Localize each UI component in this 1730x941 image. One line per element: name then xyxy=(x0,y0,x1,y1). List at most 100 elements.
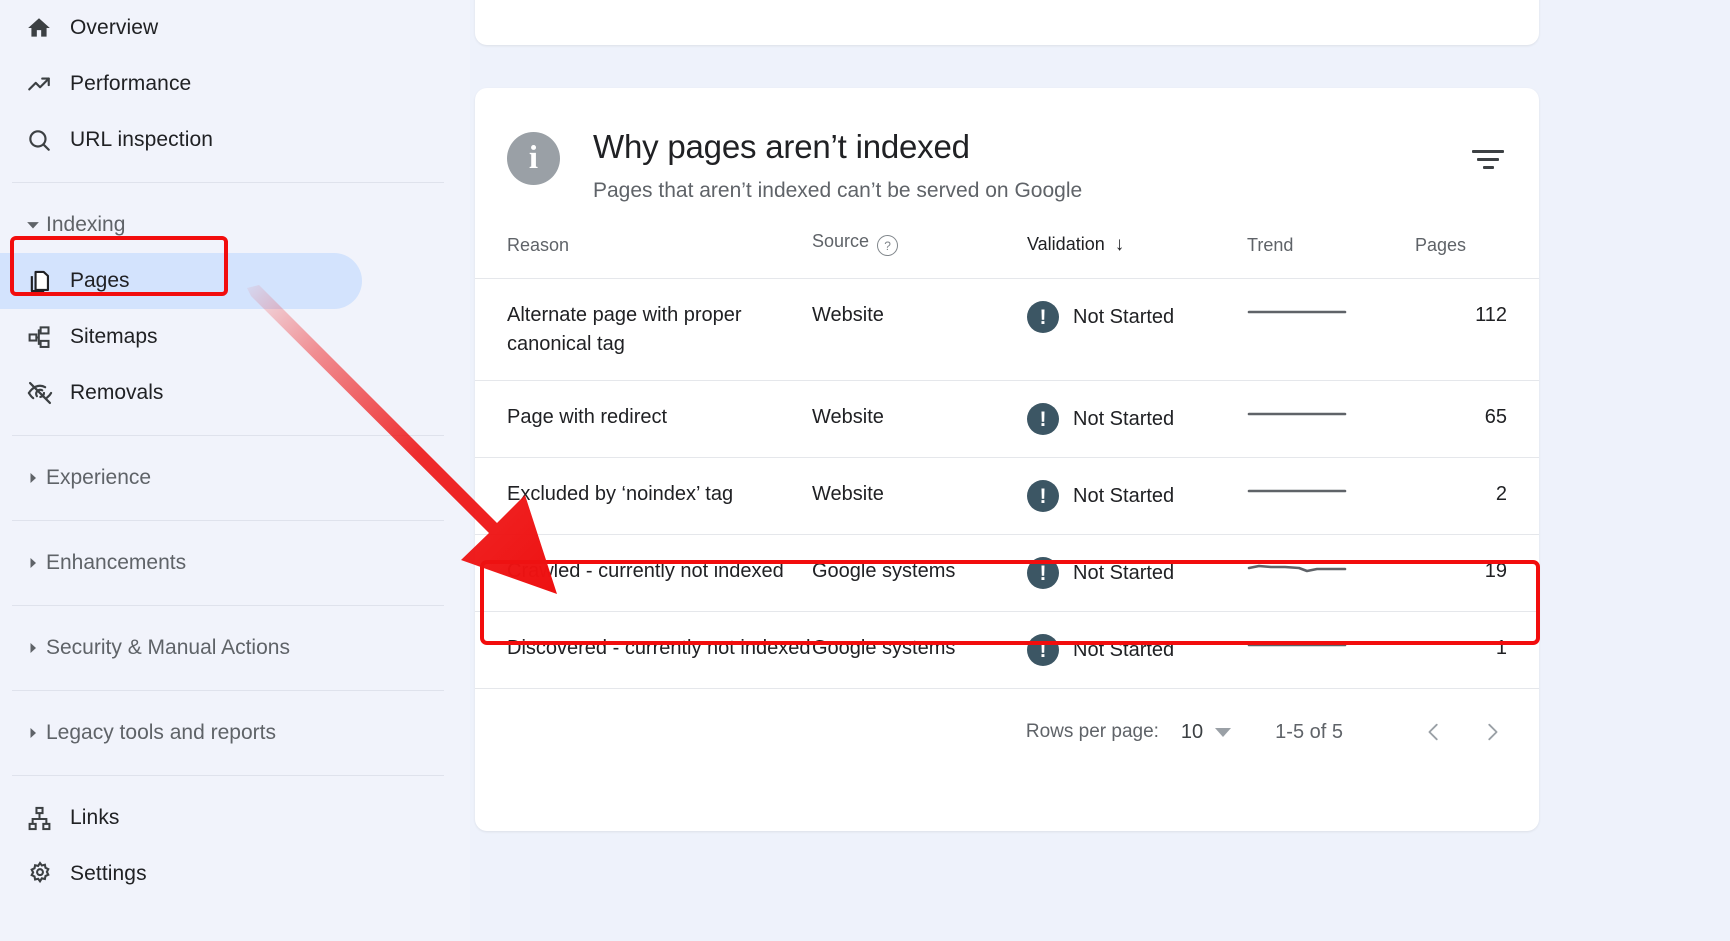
cell-trend xyxy=(1247,278,1415,381)
sidebar-group-label: Experience xyxy=(46,466,152,489)
filter-icon[interactable] xyxy=(1465,136,1511,182)
cell-validation: ! Not Started xyxy=(1027,278,1247,381)
column-header-validation-label: Validation xyxy=(1027,234,1105,255)
card-header: i Why pages aren’t indexed Pages that ar… xyxy=(475,88,1539,203)
sidebar-item-url-inspection[interactable]: URL inspection xyxy=(0,112,470,168)
main-content: i Why pages aren’t indexed Pages that ar… xyxy=(470,0,1730,941)
cell-reason[interactable]: Crawled - currently not indexed xyxy=(475,534,812,612)
sidebar-divider xyxy=(12,435,444,436)
cell-validation: ! Not Started xyxy=(1027,457,1247,535)
sidebar-item-overview[interactable]: Overview xyxy=(0,0,470,56)
sidebar-divider xyxy=(12,182,444,183)
sidebar-item-label: Links xyxy=(70,806,120,829)
rows-per-page-dropdown-icon[interactable] xyxy=(1215,727,1232,737)
sidebar-item-label: Sitemaps xyxy=(70,325,158,348)
search-icon xyxy=(26,127,60,153)
table-row[interactable]: Discovered - currently not indexed Google… xyxy=(475,611,1539,689)
column-header-reason[interactable]: Reason xyxy=(475,231,812,279)
table-row[interactable]: Page with redirect Website! Not Started 65 xyxy=(475,380,1539,458)
cell-trend xyxy=(1247,380,1415,458)
gear-icon xyxy=(26,860,60,888)
sidebar-item-pages[interactable]: Pages xyxy=(0,253,470,309)
cell-reason[interactable]: Alternate page with proper canonical tag xyxy=(475,278,812,381)
next-page-button[interactable] xyxy=(1469,709,1515,755)
sidebar-group-indexing[interactable]: Indexing xyxy=(0,197,470,253)
cell-pages: 1 xyxy=(1415,611,1539,689)
trend-sparkline xyxy=(1247,643,1347,647)
exclamation-icon: ! xyxy=(1027,557,1059,590)
card-subtitle: Pages that aren’t indexed can’t be serve… xyxy=(593,178,1083,202)
sidebar-item-label: Removals xyxy=(70,381,164,404)
sidebar-item-label: URL inspection xyxy=(70,128,214,151)
cell-pages: 19 xyxy=(1415,534,1539,612)
column-header-source-label: Source xyxy=(812,230,870,251)
caret-right-icon xyxy=(20,557,46,569)
table-footer: Rows per page: 10 1-5 of 5 xyxy=(475,688,1539,775)
cell-reason[interactable]: Discovered - currently not indexed xyxy=(475,611,812,689)
card-above-partial xyxy=(475,0,1539,45)
exclamation-icon: ! xyxy=(1027,480,1059,513)
filter-bar-1 xyxy=(1472,149,1504,153)
cell-validation: ! Not Started xyxy=(1027,611,1247,689)
table-row[interactable]: Alternate page with proper canonical tag… xyxy=(475,278,1539,381)
validation-status-label: Not Started xyxy=(1073,485,1175,508)
sidebar-item-label: Overview xyxy=(70,16,159,39)
sort-descending-arrow-icon: ↓ xyxy=(1114,234,1125,256)
sidebar-item-performance[interactable]: Performance xyxy=(0,56,470,112)
sidebar-divider xyxy=(12,775,444,776)
caret-right-icon xyxy=(20,472,46,484)
cell-reason[interactable]: Page with redirect xyxy=(475,380,812,458)
why-pages-arent-indexed-card: i Why pages aren’t indexed Pages that ar… xyxy=(475,88,1540,831)
sidebar-group-label: Enhancements xyxy=(46,551,187,574)
table-row[interactable]: Crawled - currently not indexed Google sy… xyxy=(475,534,1539,612)
cell-source: Website xyxy=(812,278,1027,381)
sidebar-divider xyxy=(12,690,444,691)
trend-sparkline xyxy=(1247,564,1347,573)
sidebar-item-removals[interactable]: Removals xyxy=(0,365,470,421)
rows-per-page-value[interactable]: 10 xyxy=(1181,721,1203,744)
eye-off-icon xyxy=(26,379,60,407)
cell-trend xyxy=(1247,611,1415,689)
exclamation-icon: ! xyxy=(1027,634,1059,667)
sitemap-icon xyxy=(26,324,60,351)
sidebar-group-enhancements[interactable]: Enhancements xyxy=(0,535,470,591)
sidebar-group-experience[interactable]: Experience xyxy=(0,450,470,506)
links-icon xyxy=(26,805,60,832)
caret-down-icon xyxy=(20,218,46,232)
cell-source: Google systems xyxy=(812,611,1027,689)
column-header-pages[interactable]: Pages xyxy=(1415,231,1539,279)
cell-pages: 2 xyxy=(1415,457,1539,535)
reasons-table: Reason Source? Validation ↓ Trend Pages A… xyxy=(475,231,1539,689)
sidebar-item-label: Pages xyxy=(70,269,130,292)
previous-page-button[interactable] xyxy=(1411,709,1457,755)
trend-sparkline xyxy=(1247,311,1347,314)
exclamation-icon: ! xyxy=(1027,301,1059,334)
sidebar-item-sitemaps[interactable]: Sitemaps xyxy=(0,309,470,365)
sidebar-group-security-manual-actions[interactable]: Security & Manual Actions xyxy=(0,620,470,676)
validation-status-label: Not Started xyxy=(1073,408,1175,431)
home-icon xyxy=(26,15,60,41)
sidebar-group-label: Indexing xyxy=(46,213,126,236)
column-header-validation[interactable]: Validation ↓ xyxy=(1027,231,1247,279)
column-header-trend[interactable]: Trend xyxy=(1247,231,1415,279)
sidebar-group-legacy-tools[interactable]: Legacy tools and reports xyxy=(0,705,470,761)
page-title: Why pages aren’t indexed xyxy=(593,128,970,165)
help-icon[interactable]: ? xyxy=(877,235,899,257)
validation-status-label: Not Started xyxy=(1073,306,1175,329)
cell-trend xyxy=(1247,534,1415,612)
trending-up-icon xyxy=(26,71,60,97)
trend-sparkline xyxy=(1247,489,1347,493)
cell-pages: 112 xyxy=(1415,278,1539,381)
cell-validation: ! Not Started xyxy=(1027,380,1247,458)
cell-trend xyxy=(1247,457,1415,535)
caret-right-icon xyxy=(20,727,46,739)
sidebar-item-settings[interactable]: Settings xyxy=(0,846,470,902)
sidebar-item-label: Performance xyxy=(70,72,192,95)
info-icon: i xyxy=(507,132,560,185)
column-header-source[interactable]: Source? xyxy=(812,231,1027,279)
sidebar-item-links[interactable]: Links xyxy=(0,790,470,846)
cell-reason[interactable]: Excluded by ‘noindex’ tag xyxy=(475,457,812,535)
table-body: Alternate page with proper canonical tag… xyxy=(475,278,1539,689)
table-row[interactable]: Excluded by ‘noindex’ tag Website! Not Sta… xyxy=(475,457,1539,535)
cell-validation: ! Not Started xyxy=(1027,534,1247,612)
